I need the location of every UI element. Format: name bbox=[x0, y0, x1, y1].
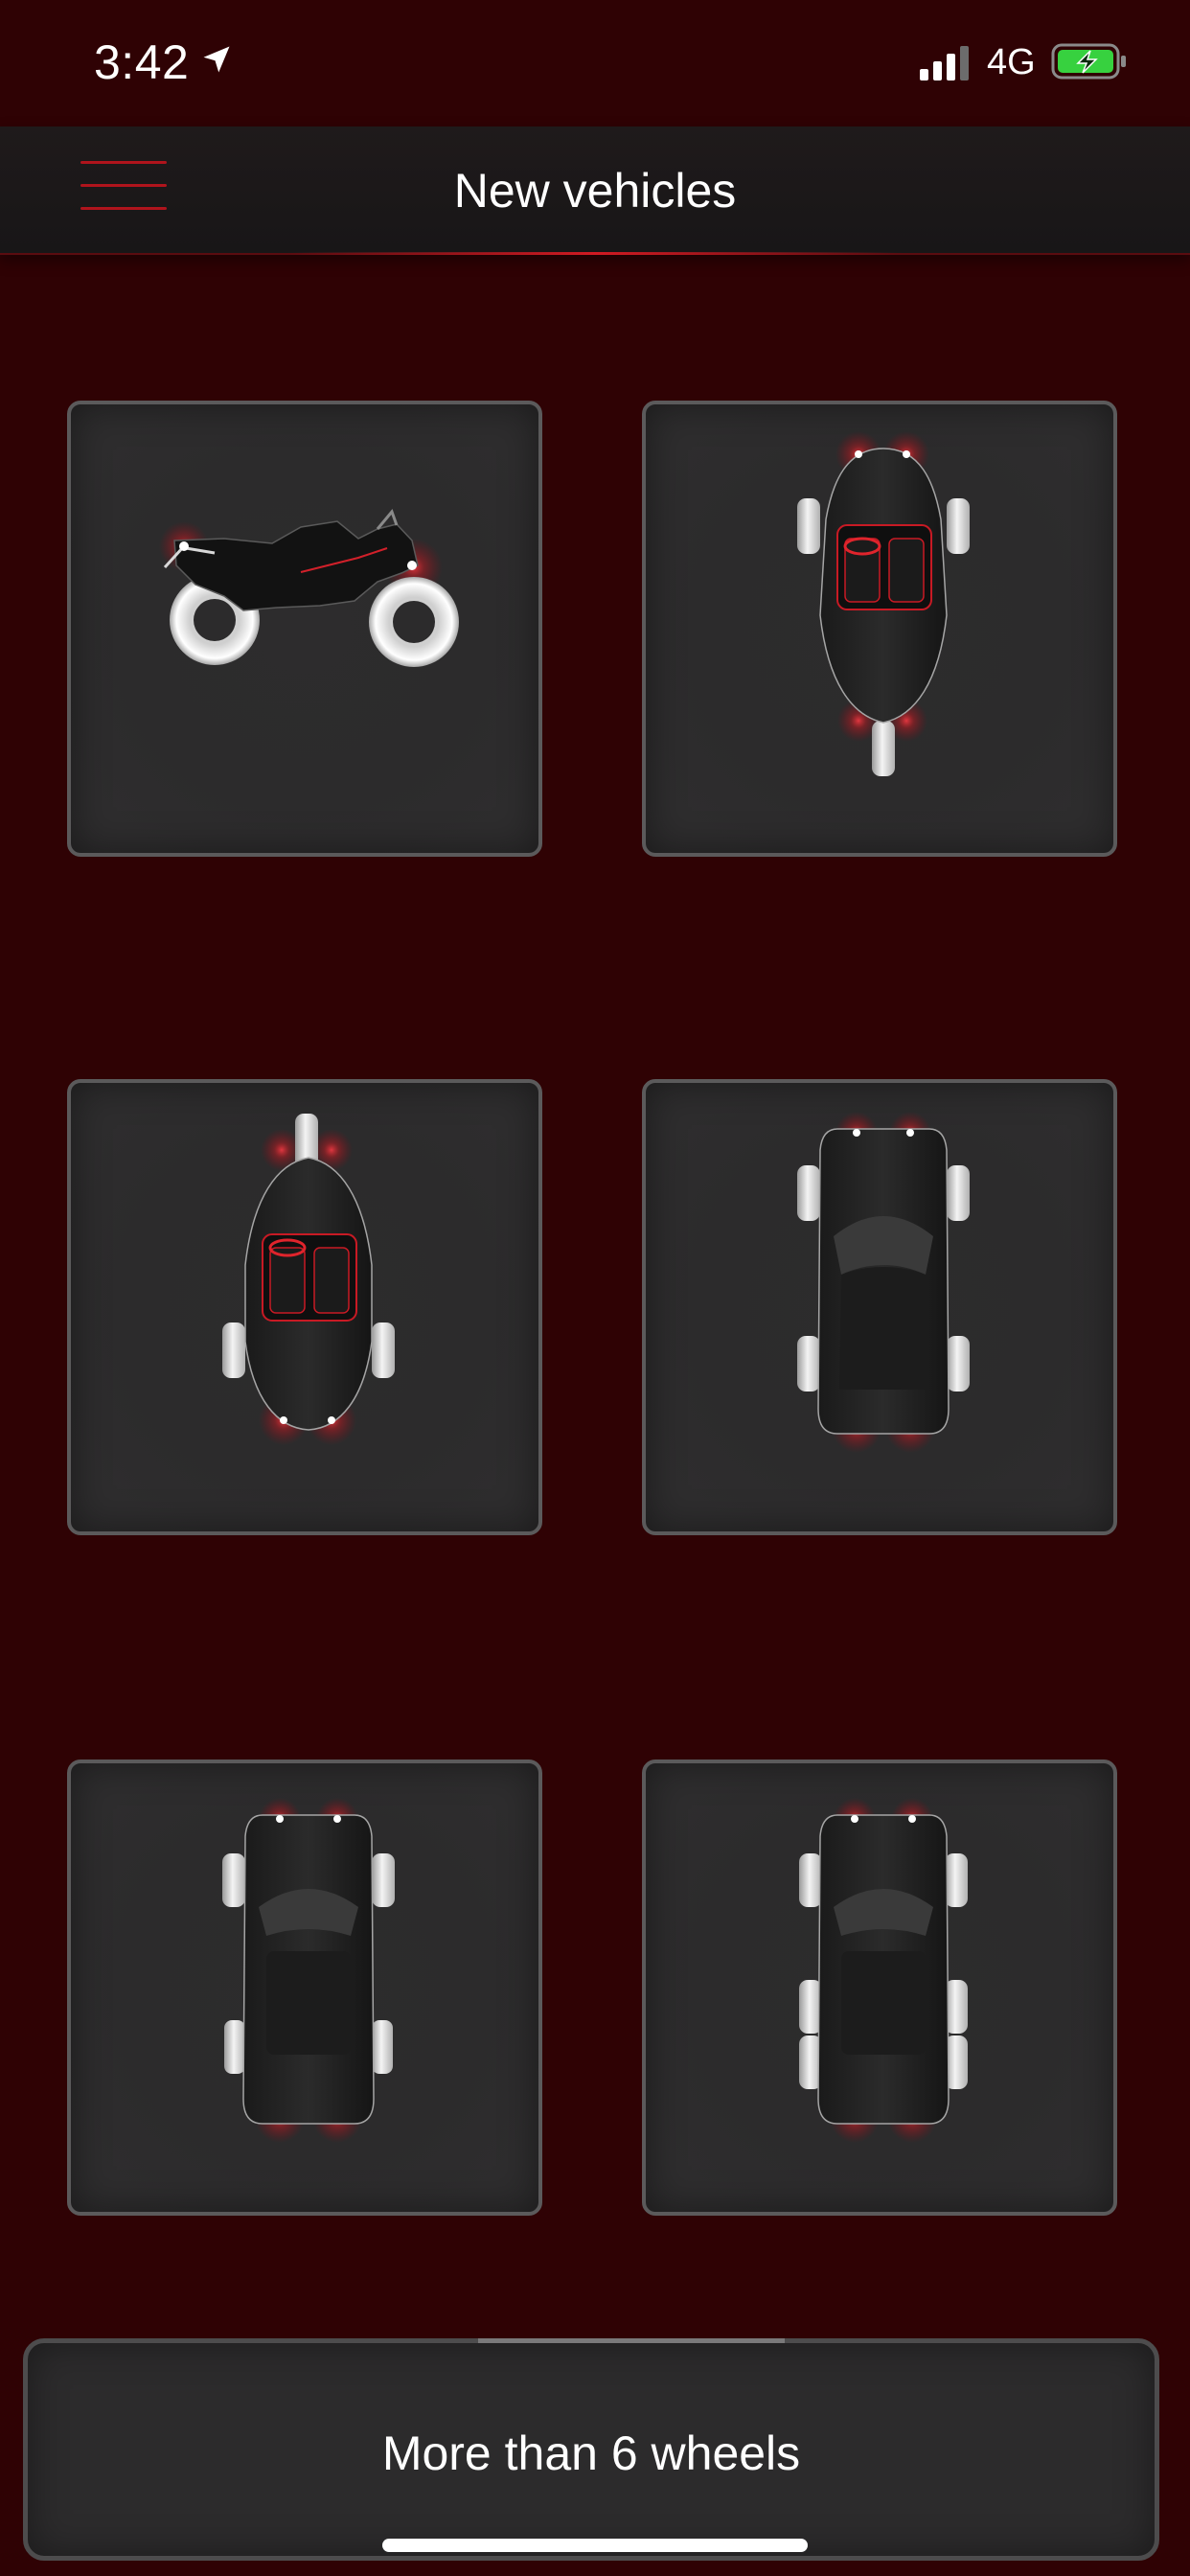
status-bar: 3:42 4G bbox=[0, 0, 1190, 126]
vehicle-tile-reverse-trike[interactable] bbox=[642, 401, 1117, 857]
network-type: 4G bbox=[987, 42, 1036, 82]
vehicle-tile-car[interactable] bbox=[642, 1079, 1117, 1535]
page-title: New vehicles bbox=[453, 164, 737, 218]
six-wheel-dually-icon bbox=[222, 1798, 395, 2143]
more-than-6-wheels-button[interactable]: More than 6 wheels bbox=[23, 2338, 1159, 2561]
vehicle-tile-trike[interactable] bbox=[67, 1079, 542, 1535]
nav-bar: New vehicles bbox=[0, 126, 1190, 255]
reverse-trike-icon bbox=[797, 431, 970, 776]
vehicle-tile-dually[interactable] bbox=[67, 1760, 542, 2216]
vehicle-tile-motorcycle[interactable] bbox=[67, 401, 542, 857]
six-wheel-car-icon bbox=[799, 1798, 968, 2143]
location-arrow-icon bbox=[203, 46, 230, 73]
four-wheel-car-icon bbox=[797, 1112, 970, 1453]
signal-bars-icon bbox=[920, 46, 969, 80]
home-indicator[interactable] bbox=[382, 2539, 808, 2552]
trike-icon bbox=[222, 1114, 395, 1445]
battery-charging-icon bbox=[1051, 43, 1126, 80]
motorcycle-icon bbox=[159, 509, 459, 667]
more-button-label: More than 6 wheels bbox=[381, 2426, 801, 2480]
vehicle-tile-six-wheel[interactable] bbox=[642, 1760, 1117, 2216]
status-time: 3:42 bbox=[94, 35, 190, 89]
